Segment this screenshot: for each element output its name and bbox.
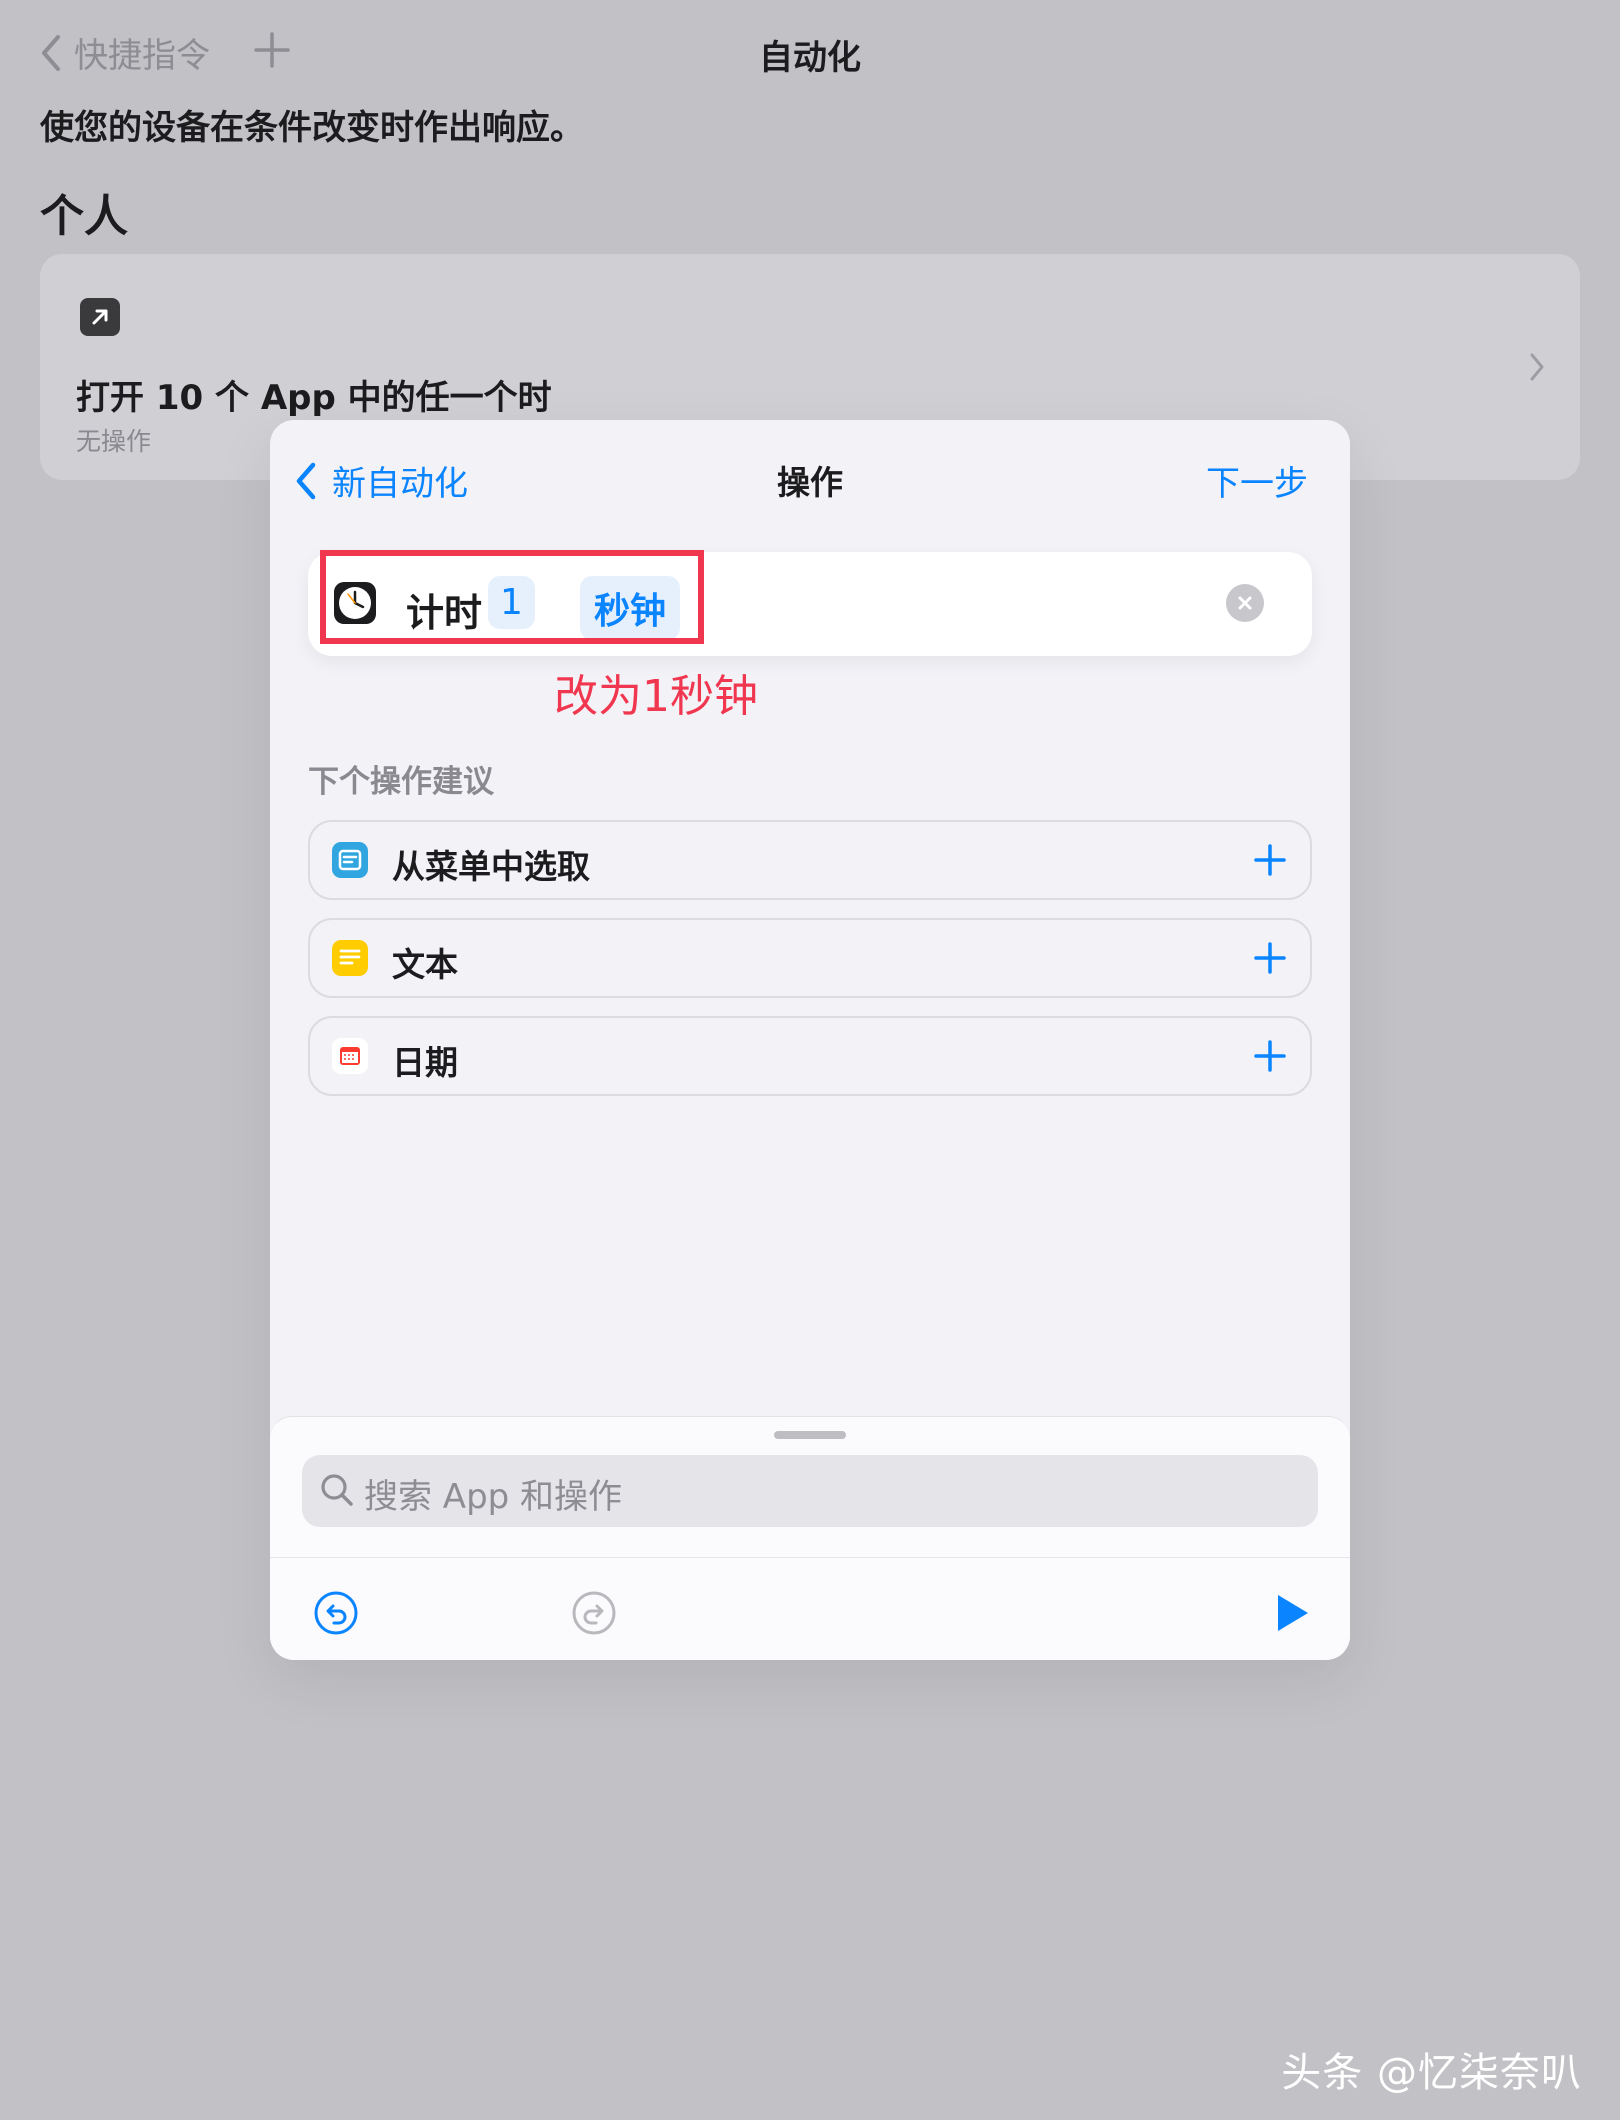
suggestion-label: 从菜单中选取 [392,847,590,886]
action-search-sheet: 搜索 App 和操作 [270,1416,1350,1660]
suggestion-item[interactable]: 日期 [308,1016,1312,1096]
plus-icon[interactable] [1248,936,1292,984]
watermark: 头条 @忆柒奈叭 [1281,2050,1582,2096]
menu-choose-icon [332,842,368,878]
suggestions-title: 下个操作建议 [308,764,494,800]
next-button[interactable]: 下一步 [1206,456,1308,505]
plus-icon[interactable] [1248,838,1292,886]
new-automation-modal: 新自动化 操作 下一步 计时 1 秒钟 改为1秒钟 下个操作建议 从菜单中选取 [270,420,1350,1660]
run-button[interactable] [1272,1591,1312,1639]
highlight-box [320,550,704,644]
page-description: 使您的设备在条件改变时作出响应。 [40,108,584,148]
remove-action-button[interactable] [1226,584,1264,622]
suggestion-item[interactable]: 文本 [308,918,1312,998]
annotation-text: 改为1秒钟 [554,671,758,722]
play-icon [1278,1595,1308,1631]
chevron-right-icon [1528,352,1546,386]
calendar-icon [332,1038,368,1074]
text-icon [332,940,368,976]
search-placeholder: 搜索 App 和操作 [364,1477,623,1517]
search-icon [318,1471,356,1513]
search-input[interactable]: 搜索 App 和操作 [302,1455,1318,1527]
close-icon [1238,596,1252,610]
page-title: 自动化 [759,38,861,78]
suggestion-item[interactable]: 从菜单中选取 [308,820,1312,900]
modal-title: 操作 [777,463,843,502]
toolbar-divider [270,1557,1350,1558]
redo-icon [572,1591,616,1635]
undo-button[interactable] [312,1589,360,1641]
automation-card-title: 打开 10 个 App 中的任一个时 [76,378,552,418]
suggestion-label: 日期 [392,1043,458,1082]
suggestion-label: 文本 [392,945,458,984]
sheet-grabber[interactable] [774,1431,846,1439]
undo-icon [314,1591,358,1635]
open-app-icon [80,298,120,336]
redo-button[interactable] [570,1589,618,1641]
plus-icon[interactable] [1248,1034,1292,1082]
section-title: 个人 [40,191,128,242]
automation-card-subtitle: 无操作 [76,427,152,456]
